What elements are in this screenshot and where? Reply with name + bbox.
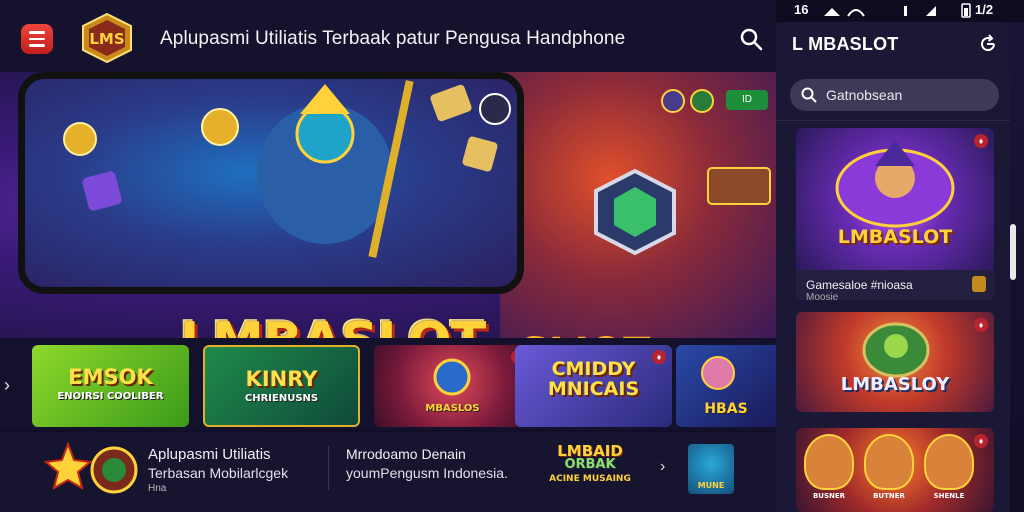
menu-line-icon bbox=[29, 44, 45, 47]
scrollbar-handle[interactable] bbox=[1010, 224, 1016, 280]
menu-line-icon bbox=[29, 31, 45, 34]
footer-subtitle: Terbasan Mobilarlcgek bbox=[148, 465, 289, 481]
app-root: LMS Aplupasmi Utiliatis Terbaak patur Pe… bbox=[0, 0, 1024, 512]
footer-thumbnail[interactable]: MUNE bbox=[688, 444, 734, 494]
shield-icon bbox=[594, 168, 676, 256]
gold-badge-icon bbox=[972, 276, 986, 292]
character-avatar bbox=[864, 434, 914, 490]
footer-info-subtitle: youmPengusm Indonesia. bbox=[346, 465, 508, 481]
hero-phone-mockup bbox=[18, 72, 524, 294]
footer-brand-line2: ORBAK bbox=[564, 457, 616, 472]
menu-line-icon bbox=[29, 37, 45, 41]
battery-icon bbox=[961, 3, 971, 18]
game-card[interactable]: ♦ CMIDDY MNICAIS bbox=[515, 345, 672, 427]
game-card-art bbox=[701, 356, 735, 390]
footer-brand-line3: ACINE MUSAING bbox=[549, 474, 631, 484]
app-badge-icon bbox=[44, 441, 138, 494]
search-icon bbox=[801, 87, 817, 103]
favorite-icon[interactable]: ♦ bbox=[974, 318, 988, 332]
page-title: Aplupasmi Utiliatis Terbaak patur Pengus… bbox=[160, 28, 626, 49]
status-time-right: 1/2 bbox=[975, 2, 994, 17]
sign-board-icon bbox=[707, 167, 771, 205]
panel-header: L MBASLOT bbox=[776, 22, 1010, 66]
panel-title: L MBASLOT bbox=[792, 34, 899, 54]
footer-title: Aplupasmi Utiliatis bbox=[148, 446, 271, 463]
character-row bbox=[804, 434, 974, 490]
game-card-title: EMSOK bbox=[68, 365, 153, 389]
signal-icon bbox=[824, 6, 936, 17]
brand-logo[interactable]: LMS bbox=[80, 12, 134, 64]
panel-divider bbox=[776, 120, 1010, 121]
game-card-title: CMIDDY MNICAIS bbox=[547, 358, 640, 400]
character-label: SHENLE bbox=[933, 492, 965, 500]
favorite-icon[interactable]: ♦ bbox=[974, 134, 988, 148]
game-card-subtitle: CHRIENUSNS bbox=[244, 393, 319, 404]
game-card-title: KINRY bbox=[245, 367, 318, 391]
footer-brand-line1: LMBAID bbox=[557, 442, 623, 460]
game-card-subtitle: ENOIRSI COOLIBER bbox=[57, 391, 164, 402]
character-label: BUSNER bbox=[812, 492, 846, 500]
panel-game-card[interactable]: LMBASLOY ♦ bbox=[796, 312, 994, 412]
footer-info-title: Mrrodoamo Denain bbox=[346, 446, 466, 462]
hero-pill-badge[interactable]: ID bbox=[726, 90, 768, 110]
panel-card-subcaption: Moosie bbox=[806, 292, 839, 300]
brand-logo-text: LMS bbox=[89, 30, 124, 48]
footer-strip: Aplupasmi Utiliatis Terbasan Mobilarlcge… bbox=[0, 432, 776, 512]
character-art bbox=[835, 140, 955, 228]
character-art bbox=[862, 322, 930, 378]
side-panel: L MBASLOT Gatnobsean LMBASLOT ♦ Gamesalo… bbox=[776, 22, 1010, 512]
panel-card-caption: Gamesaloe #nioasa bbox=[806, 278, 913, 292]
footer-thumbnail-label: MUNE bbox=[697, 481, 725, 490]
panel-card-art: LMBASLOT bbox=[796, 128, 994, 270]
hamburger-menu-button[interactable] bbox=[21, 24, 53, 54]
game-card[interactable]: HBAS bbox=[676, 345, 776, 427]
footer-caption: Hna bbox=[148, 483, 167, 494]
refresh-icon[interactable] bbox=[978, 34, 998, 54]
chevron-left-icon[interactable]: › bbox=[4, 375, 10, 396]
game-card[interactable]: ♦ MBASLOS bbox=[374, 345, 531, 427]
panel-game-card[interactable]: LMBASLOT ♦ Gamesaloe #nioasa Moosie bbox=[796, 128, 994, 300]
character-avatar bbox=[924, 434, 974, 490]
chevron-right-icon[interactable]: › bbox=[660, 458, 665, 476]
character-avatar bbox=[804, 434, 854, 490]
game-card-subtitle: HBAS bbox=[704, 401, 748, 417]
footer-brand-logo[interactable]: LMBAID ORBAK ACINE MUSAING bbox=[544, 444, 636, 494]
character-label: BUTNER bbox=[873, 492, 905, 500]
coin-icon bbox=[661, 89, 714, 113]
search-placeholder: Gatnobsean bbox=[826, 87, 903, 103]
panel-card-logo: LMBASLOT bbox=[837, 226, 953, 248]
game-card-art bbox=[433, 358, 471, 396]
panel-search-input[interactable]: Gatnobsean bbox=[790, 79, 999, 111]
hero-banner[interactable]: LMBASLOT SLIOT ID bbox=[0, 72, 776, 338]
hero-logo-main: LMBASLOT bbox=[180, 312, 486, 338]
game-card-subtitle: MBASLOS bbox=[425, 403, 480, 414]
game-card[interactable]: KINRY CHRIENUSNS bbox=[203, 345, 360, 427]
status-time: 16 bbox=[794, 2, 809, 17]
footer-divider bbox=[328, 446, 329, 490]
panel-game-card[interactable]: BUSNER BUTNER SHENLE ♦ bbox=[796, 428, 994, 512]
top-header: LMS Aplupasmi Utiliatis Terbaak patur Pe… bbox=[0, 0, 776, 72]
panel-card-logo: LMBASLOY bbox=[840, 374, 950, 395]
game-card[interactable]: EMSOK ENOIRSI COOLIBER bbox=[32, 345, 189, 427]
character-labels: BUSNER BUTNER SHENLE bbox=[804, 492, 974, 500]
phone-status-bar: 16 1/2 bbox=[776, 0, 1024, 22]
search-icon[interactable] bbox=[738, 26, 764, 52]
hero-logo-secondary: SLIOT bbox=[520, 330, 650, 338]
favorite-icon[interactable]: ♦ bbox=[974, 434, 988, 448]
hero-warrior-art bbox=[63, 80, 511, 258]
game-cards-row: › EMSOK ENOIRSI COOLIBER KINRY CHRIENUSN… bbox=[0, 338, 776, 430]
